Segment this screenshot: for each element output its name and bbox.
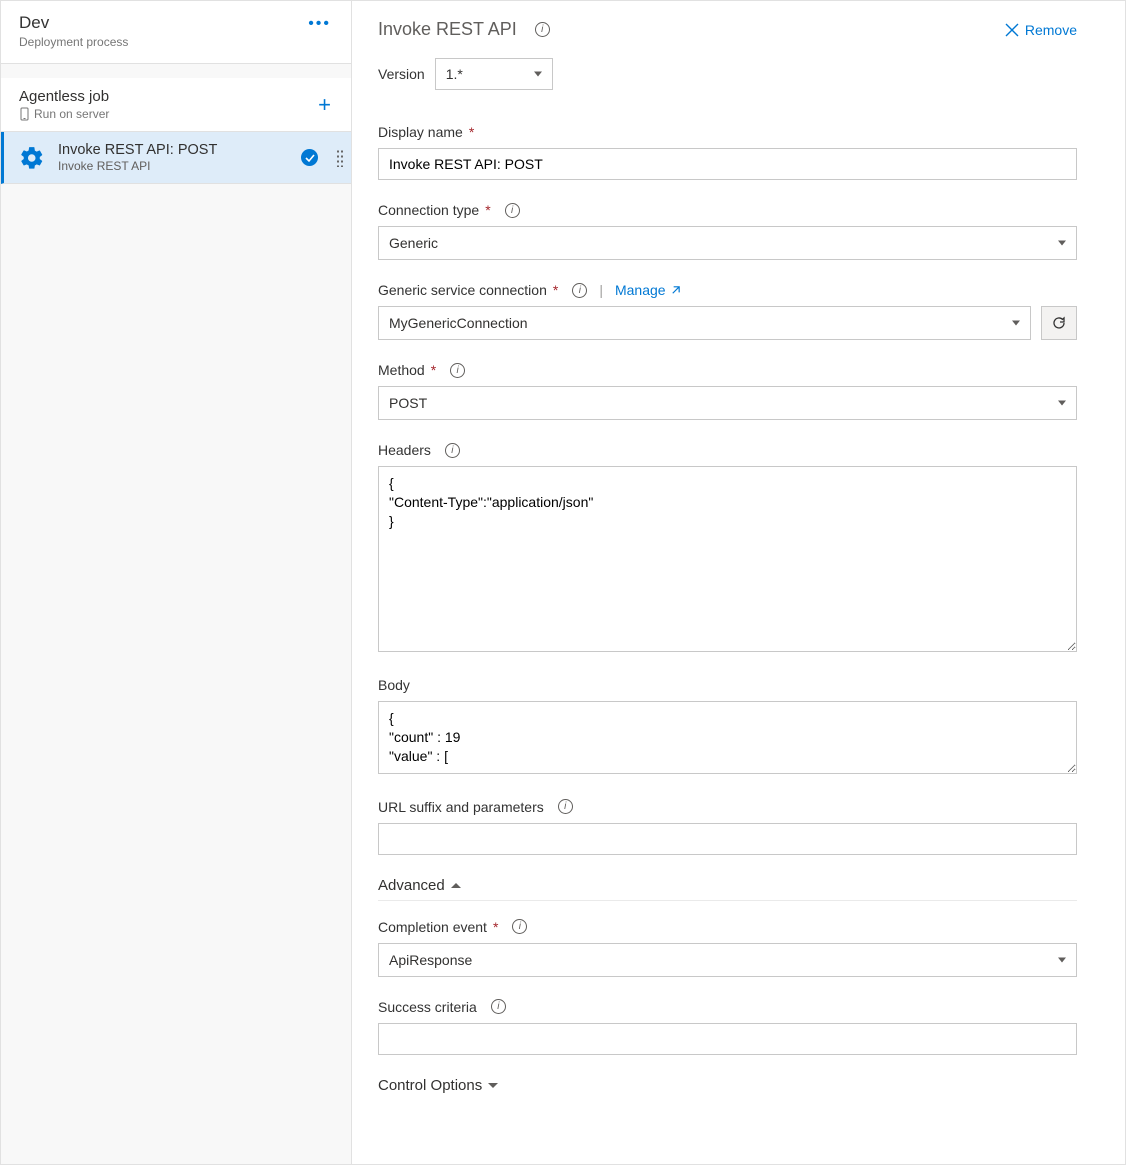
add-task-icon[interactable]: + <box>312 92 337 118</box>
chevron-down-icon <box>1058 401 1066 406</box>
info-icon[interactable]: i <box>512 919 527 934</box>
left-panel: Dev Deployment process ••• Agentless job… <box>1 1 352 1164</box>
chevron-down-icon <box>1012 321 1020 326</box>
completion-event-select[interactable]: ApiResponse <box>378 943 1077 977</box>
required-marker: * <box>469 124 474 140</box>
service-connection-select[interactable]: MyGenericConnection <box>378 306 1031 340</box>
refresh-button[interactable] <box>1041 306 1077 340</box>
completion-event-label: Completion event <box>378 919 487 935</box>
connection-type-label: Connection type <box>378 202 479 218</box>
remove-button[interactable]: Remove <box>1005 22 1077 38</box>
page-title: Invoke REST API <box>378 19 517 40</box>
url-suffix-input[interactable] <box>378 823 1077 855</box>
environment-title: Dev <box>19 13 128 33</box>
close-icon <box>1005 23 1019 37</box>
check-icon <box>301 149 318 166</box>
info-icon[interactable]: i <box>558 799 573 814</box>
environment-subtitle: Deployment process <box>19 35 128 49</box>
headers-label: Headers <box>378 442 431 458</box>
info-icon[interactable]: i <box>572 283 587 298</box>
info-icon[interactable]: i <box>535 22 550 37</box>
right-panel: Invoke REST API i Remove Version 1.* Dis… <box>352 1 1125 1164</box>
body-label: Body <box>378 677 410 693</box>
version-select[interactable]: 1.* <box>435 58 553 90</box>
success-criteria-input[interactable] <box>378 1023 1077 1055</box>
info-icon[interactable]: i <box>450 363 465 378</box>
display-name-label: Display name <box>378 124 463 140</box>
task-row-selected[interactable]: Invoke REST API: POST Invoke REST API <box>1 132 351 184</box>
chevron-down-icon <box>488 1083 498 1088</box>
info-icon[interactable]: i <box>491 999 506 1014</box>
manage-link[interactable]: Manage <box>615 282 681 298</box>
task-subtitle: Invoke REST API <box>58 159 289 173</box>
job-subtitle: Run on server <box>19 107 109 121</box>
drag-handle-icon[interactable] <box>336 149 343 167</box>
connection-type-select[interactable]: Generic <box>378 226 1077 260</box>
headers-textarea[interactable] <box>378 466 1077 652</box>
url-suffix-label: URL suffix and parameters <box>378 799 544 815</box>
chevron-down-icon <box>1058 241 1066 246</box>
version-label: Version <box>378 66 425 82</box>
method-label: Method <box>378 362 425 378</box>
chevron-down-icon <box>1058 957 1066 962</box>
chevron-up-icon <box>451 883 461 888</box>
info-icon[interactable]: i <box>505 203 520 218</box>
chevron-down-icon <box>534 72 542 77</box>
advanced-section-toggle[interactable]: Advanced <box>378 877 1077 901</box>
more-icon[interactable]: ••• <box>304 13 335 35</box>
job-title: Agentless job <box>19 88 109 105</box>
service-connection-label: Generic service connection <box>378 282 547 298</box>
info-icon[interactable]: i <box>445 443 460 458</box>
environment-header[interactable]: Dev Deployment process ••• <box>1 1 351 64</box>
method-select[interactable]: POST <box>378 386 1077 420</box>
body-textarea[interactable] <box>378 701 1077 774</box>
success-criteria-label: Success criteria <box>378 999 477 1015</box>
external-link-icon <box>670 285 681 296</box>
task-title: Invoke REST API: POST <box>58 142 289 158</box>
refresh-icon <box>1051 315 1067 331</box>
job-row[interactable]: Agentless job Run on server + <box>1 78 351 132</box>
gear-icon <box>18 144 46 172</box>
display-name-input[interactable] <box>378 148 1077 180</box>
control-options-section-toggle[interactable]: Control Options <box>378 1077 1077 1100</box>
server-icon <box>19 107 30 121</box>
